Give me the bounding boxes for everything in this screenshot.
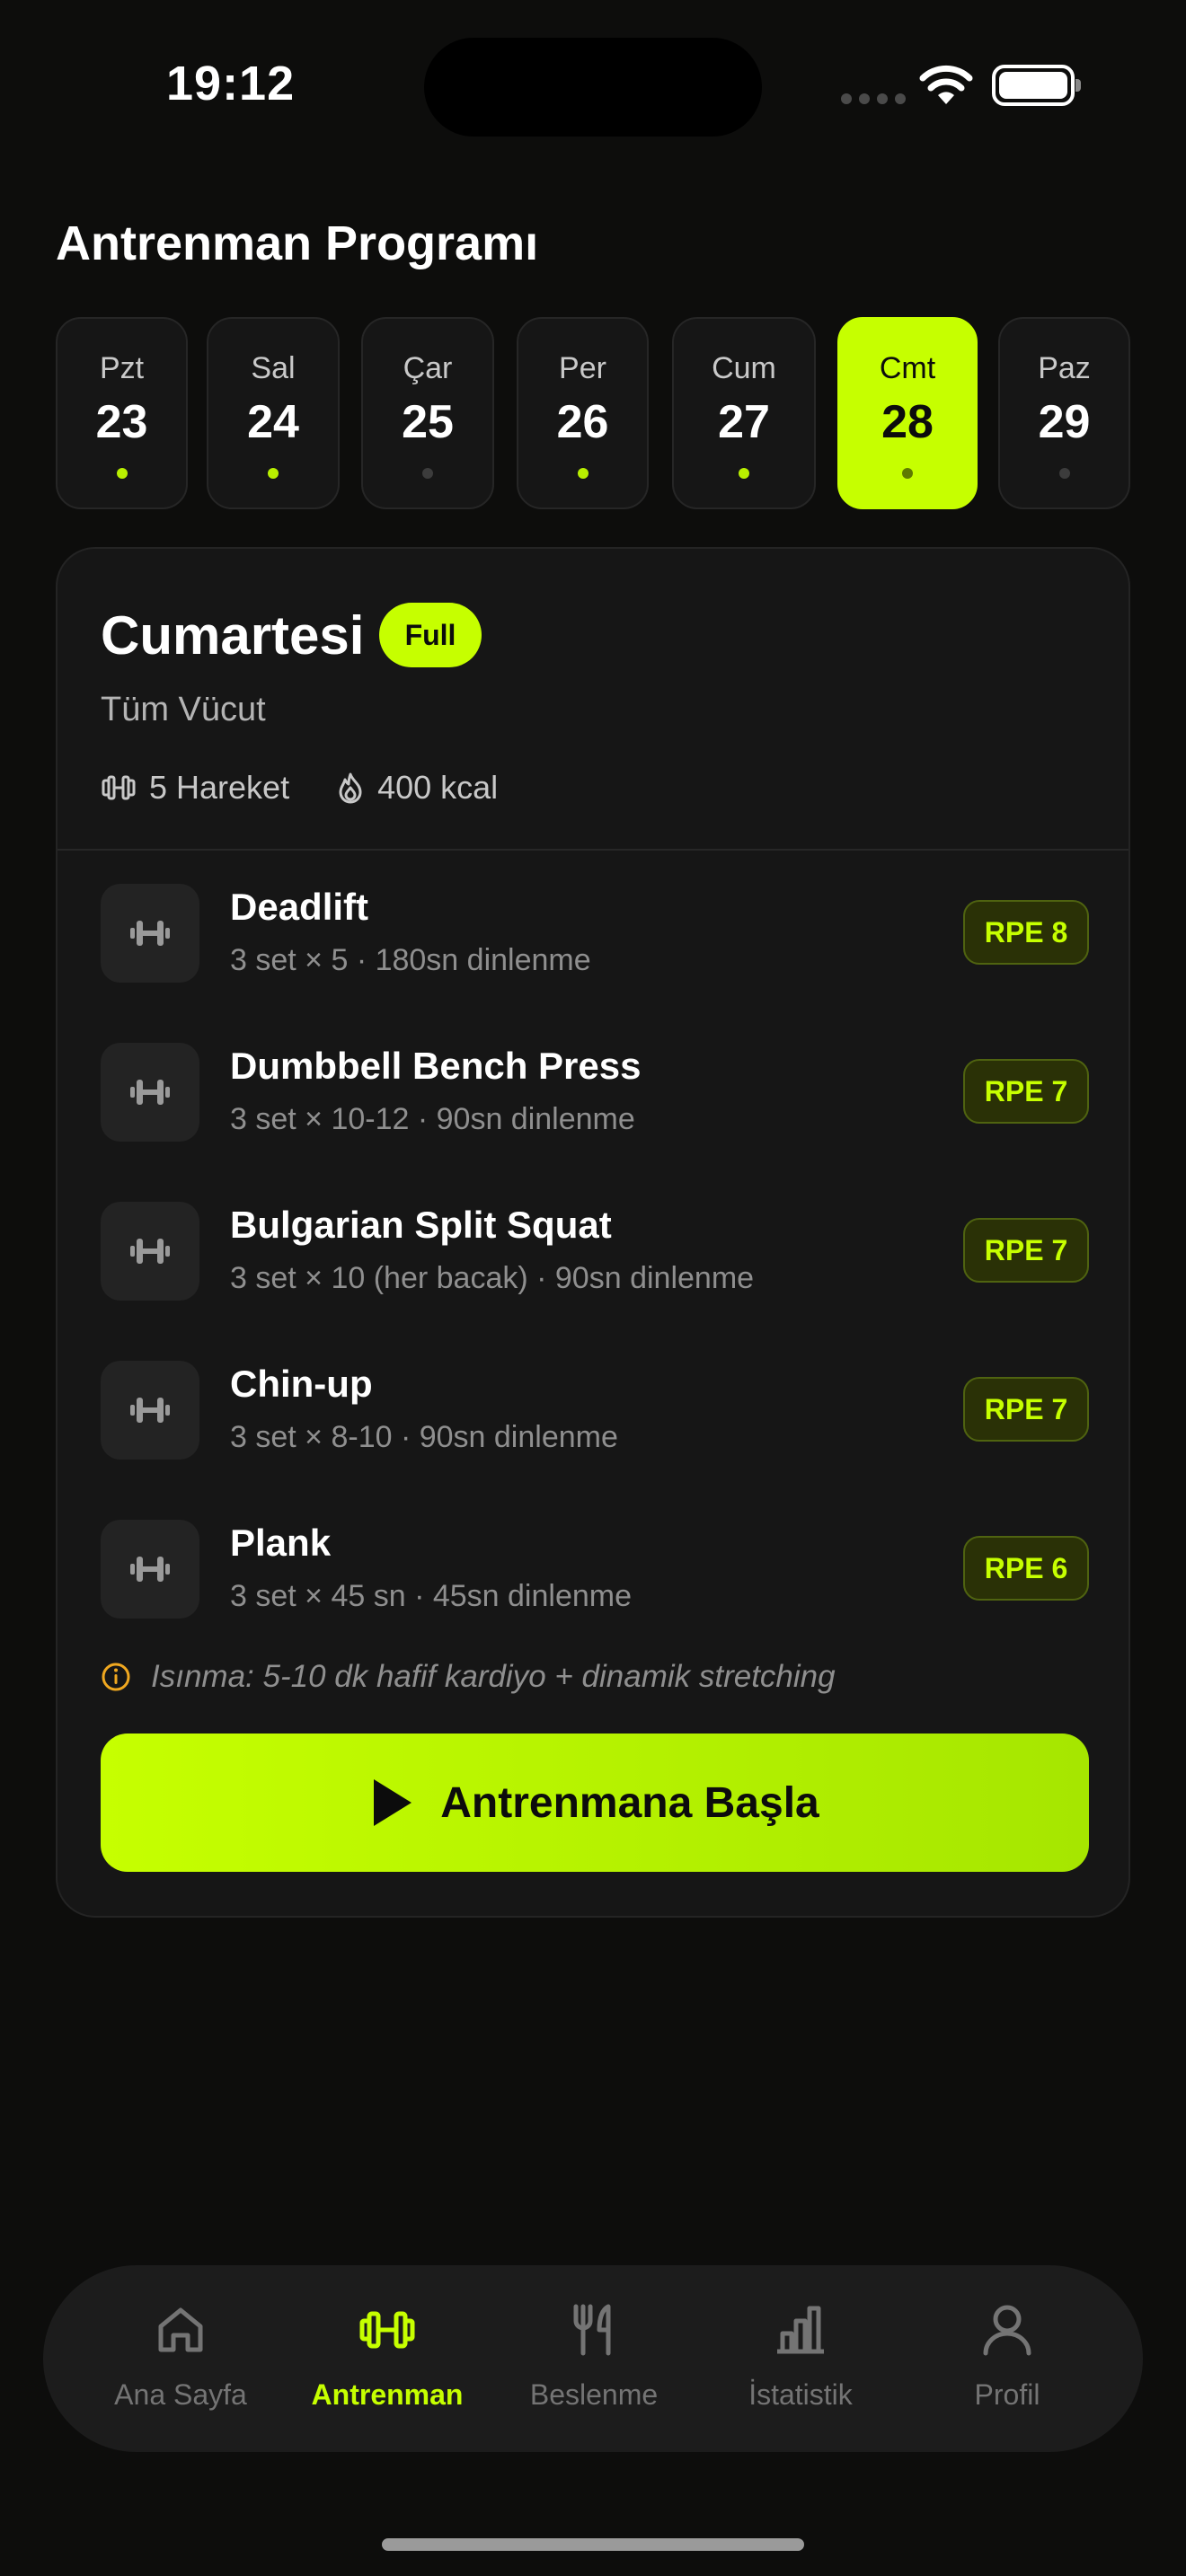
exercise-name: Plank	[230, 1522, 332, 1564]
day-date: 27	[718, 396, 770, 448]
exercise-item[interactable]: Deadlift 3 set × 5 · 180sn dinlenme RPE …	[101, 884, 1089, 983]
page-title: Antrenman Programı	[56, 216, 539, 270]
day-name: Cum	[712, 351, 776, 385]
cellular-signal-icon	[841, 93, 906, 104]
tab-label: Profil	[974, 2378, 1040, 2411]
day-date: 23	[95, 396, 148, 448]
day-sal[interactable]: Sal 24	[207, 317, 340, 509]
start-workout-label: Antrenmana Başla	[440, 1778, 819, 1827]
day-pzt[interactable]: Pzt 23	[56, 317, 188, 509]
workout-subtitle: Tüm Vücut	[101, 691, 266, 728]
tab-istatistik[interactable]: İstatistik	[697, 2265, 904, 2452]
workout-indicator-dot	[1058, 468, 1070, 479]
exercise-item[interactable]: Dumbbell Bench Press 3 set × 10-12 · 90s…	[101, 1043, 1089, 1142]
exercise-item[interactable]: Chin-up 3 set × 8-10 · 90sn dinlenme RPE…	[101, 1361, 1089, 1460]
dumbbell-icon	[101, 1361, 199, 1460]
day-date: 25	[402, 396, 454, 448]
tab-label: Ana Sayfa	[114, 2378, 247, 2411]
workout-indicator-dot	[268, 468, 279, 479]
day-date: 28	[881, 396, 934, 448]
exercise-item[interactable]: Plank 3 set × 45 sn · 45sn dinlenme RPE …	[101, 1520, 1089, 1619]
workout-meta: 5 Hareket 400 kcal	[101, 769, 544, 807]
exercise-detail: 3 set × 8-10 · 90sn dinlenme	[230, 1420, 618, 1454]
dumbbell-icon	[101, 1043, 199, 1142]
workout-indicator-dot	[116, 468, 128, 479]
tab-profil[interactable]: Profil	[904, 2265, 1111, 2452]
rpe-badge: RPE 6	[963, 1536, 1089, 1601]
day-name: Pzt	[99, 351, 145, 385]
exercise-name: Deadlift	[230, 886, 369, 928]
tab-antrenman[interactable]: Antrenman	[284, 2265, 491, 2452]
start-workout-button[interactable]: Antrenmana Başla	[101, 1734, 1089, 1872]
workout-indicator-dot	[739, 468, 749, 479]
workout-type-badge: Full	[379, 603, 482, 667]
day-name: Paz	[1038, 351, 1091, 385]
tab-label: İstatistik	[748, 2378, 853, 2411]
battery-icon	[992, 65, 1081, 106]
workout-indicator-dot	[902, 468, 913, 479]
home-icon	[158, 2307, 203, 2352]
day-date: 26	[556, 396, 609, 448]
day-name: Sal	[251, 351, 296, 385]
day-car[interactable]: Çar 25	[361, 317, 494, 509]
day-cum[interactable]: Cum 27	[672, 317, 816, 509]
dumbbell-icon	[101, 1202, 199, 1301]
dumbbell-icon	[102, 775, 136, 800]
exercise-detail: 3 set × 10-12 · 90sn dinlenme	[230, 1102, 635, 1136]
exercise-name: Dumbbell Bench Press	[230, 1045, 642, 1087]
rpe-badge: RPE 8	[963, 900, 1089, 965]
day-name: Cmt	[879, 351, 936, 385]
day-cmt[interactable]: Cmt 28	[837, 317, 978, 509]
exercise-detail: 3 set × 45 sn · 45sn dinlenme	[230, 1579, 632, 1613]
divider	[58, 849, 1128, 851]
dumbbell-icon	[359, 2311, 415, 2349]
day-paz[interactable]: Paz 29	[998, 317, 1130, 509]
bar-chart-icon	[777, 2306, 824, 2354]
home-indicator[interactable]	[382, 2538, 804, 2551]
info-icon	[102, 1663, 130, 1691]
tab-label: Beslenme	[529, 2378, 659, 2411]
day-date: 29	[1038, 396, 1091, 448]
exercise-detail: 3 set × 5 · 180sn dinlenme	[230, 943, 591, 977]
flame-icon	[339, 772, 362, 804]
exercise-detail: 3 set × 10 (her bacak) · 90sn dinlenme	[230, 1261, 755, 1295]
workout-day-title: Cumartesi	[101, 605, 365, 666]
workout-indicator-dot	[422, 468, 433, 479]
tab-ana-sayfa[interactable]: Ana Sayfa	[77, 2265, 284, 2452]
day-name: Çar	[403, 351, 453, 385]
day-per[interactable]: Per 26	[517, 317, 649, 509]
calories: 400 kcal	[377, 769, 499, 806]
rpe-badge: RPE 7	[963, 1059, 1089, 1124]
exercise-count: 5 Hareket	[149, 769, 290, 806]
day-name: Per	[559, 351, 606, 385]
tab-label: Antrenman	[311, 2378, 464, 2411]
dumbbell-icon	[101, 884, 199, 983]
rpe-badge: RPE 7	[963, 1377, 1089, 1442]
workout-indicator-dot	[577, 468, 589, 479]
play-icon	[374, 1779, 412, 1826]
exercise-name: Chin-up	[230, 1363, 373, 1405]
week-day-selector: Pzt 23 Sal 24 Çar 25 Per 26 Cum 27 Cmt 2…	[56, 317, 1130, 509]
warmup-note: Isınma: 5-10 dk hafif kardiyo + dinamik …	[101, 1659, 836, 1695]
wifi-icon	[919, 65, 973, 104]
dynamic-island	[424, 38, 762, 137]
bottom-tab-bar: Ana Sayfa Antrenman Beslenme İstatistik …	[43, 2265, 1143, 2452]
rpe-badge: RPE 7	[963, 1218, 1089, 1283]
status-time: 19:12	[166, 57, 296, 110]
tab-beslenme[interactable]: Beslenme	[491, 2265, 697, 2452]
day-date: 24	[247, 396, 299, 448]
workout-card: Cumartesi Full Tüm Vücut 5 Hareket 400 k…	[56, 547, 1130, 1918]
warmup-text: Isınma: 5-10 dk hafif kardiyo + dinamik …	[151, 1659, 836, 1694]
exercise-name: Bulgarian Split Squat	[230, 1204, 612, 1246]
user-icon	[983, 2305, 1031, 2356]
dumbbell-icon	[101, 1520, 199, 1619]
fork-knife-icon	[573, 2304, 611, 2356]
exercise-item[interactable]: Bulgarian Split Squat 3 set × 10 (her ba…	[101, 1202, 1089, 1301]
